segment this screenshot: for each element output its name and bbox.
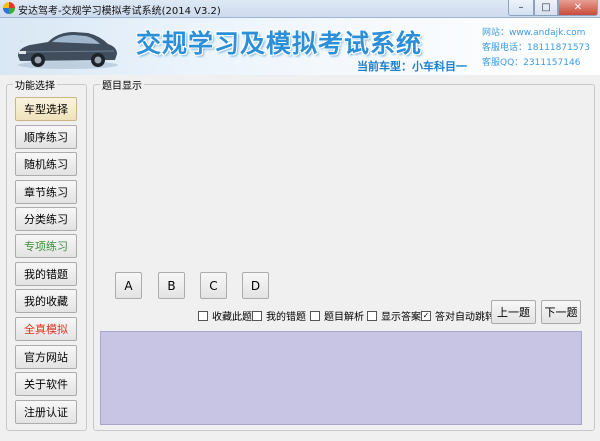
previous-question-button[interactable]: 上一题 (491, 300, 536, 324)
option-c-button[interactable]: C (200, 272, 227, 299)
question-text (96, 91, 590, 276)
checkbox-box[interactable] (198, 310, 208, 321)
my-mistakes-button[interactable]: 我的错题 (15, 262, 77, 286)
auto-next-checkbox[interactable]: ✓ 答对自动跳转 (421, 308, 495, 323)
contact-info: 网站：www.andajk.com 客服电话：18111871573 客服QQ：… (482, 26, 590, 71)
function-group-legend: 功能选择 (13, 77, 57, 92)
register-button[interactable]: 注册认证 (15, 400, 77, 424)
checkbox-label: 收藏此题 (212, 312, 252, 323)
qq-label: 客服QQ： (482, 58, 524, 68)
option-a-button[interactable]: A (115, 272, 142, 299)
answer-explanation-panel (100, 331, 582, 425)
option-b-button[interactable]: B (158, 272, 185, 299)
checkbox-label: 我的错题 (266, 312, 306, 323)
qq-value: 2311157146 (523, 58, 581, 68)
mock-exam-button[interactable]: 全真模拟 (15, 317, 77, 341)
phone-value: 18111871573 (527, 43, 591, 53)
question-group-legend: 题目显示 (100, 77, 144, 92)
maximize-button[interactable]: □ (534, 0, 558, 16)
my-mistakes-checkbox[interactable]: 我的错题 (252, 308, 306, 323)
checkbox-box[interactable] (310, 310, 320, 321)
title-bar: 安达驾考-交规学习模拟考试系统(2014 V3.2) – □ ✕ (0, 0, 600, 18)
car-image (18, 32, 118, 69)
show-answer-checkbox[interactable]: 显示答案 (367, 308, 421, 323)
favorite-question-checkbox[interactable]: 收藏此题 (198, 308, 252, 323)
checkbox-box[interactable] (252, 310, 262, 321)
chapter-practice-button[interactable]: 章节练习 (15, 180, 77, 204)
option-d-button[interactable]: D (242, 272, 269, 299)
random-practice-button[interactable]: 随机练习 (15, 152, 77, 176)
about-software-button[interactable]: 关于软件 (15, 372, 77, 396)
category-practice-button[interactable]: 分类练习 (15, 207, 77, 231)
header-banner: 交规学习及模拟考试系统 当前车型：小车科目一 网站：www.andajk.com… (0, 18, 600, 75)
checkbox-box[interactable] (367, 310, 377, 321)
window-controls: – □ ✕ (508, 0, 598, 16)
checkbox-label: 题目解析 (324, 312, 364, 323)
phone-label: 客服电话： (482, 43, 528, 53)
special-practice-button[interactable]: 专项练习 (15, 234, 77, 258)
window-title: 安达驾考-交规学习模拟考试系统(2014 V3.2) (18, 6, 221, 17)
minimize-button[interactable]: – (508, 0, 534, 16)
current-vehicle-type: 当前车型：小车科目一 (357, 60, 467, 73)
my-favorites-button[interactable]: 我的收藏 (15, 289, 77, 313)
banner-title: 交规学习及模拟考试系统 (136, 29, 423, 58)
question-group: 题目显示 A B C D 收藏此题 我的错题 题目解析 显示答案 ✓ 答对自动跳… (93, 77, 595, 431)
checkbox-label: 显示答案 (381, 312, 421, 323)
vehicle-select-button[interactable]: 车型选择 (15, 97, 77, 121)
website-value: www.andajk.com (509, 28, 586, 38)
checkbox-box[interactable]: ✓ (421, 310, 431, 321)
close-button[interactable]: ✕ (558, 0, 598, 16)
function-group: 功能选择 车型选择 顺序练习 随机练习 章节练习 分类练习 专项练习 我的错题 … (6, 77, 87, 431)
app-icon (3, 2, 15, 14)
checkbox-label: 答对自动跳转 (435, 312, 495, 323)
question-analysis-checkbox[interactable]: 题目解析 (310, 308, 364, 323)
sequential-practice-button[interactable]: 顺序练习 (15, 125, 77, 149)
website-label: 网站： (482, 28, 510, 38)
official-website-button[interactable]: 官方网站 (15, 345, 77, 369)
next-question-button[interactable]: 下一题 (541, 300, 581, 324)
